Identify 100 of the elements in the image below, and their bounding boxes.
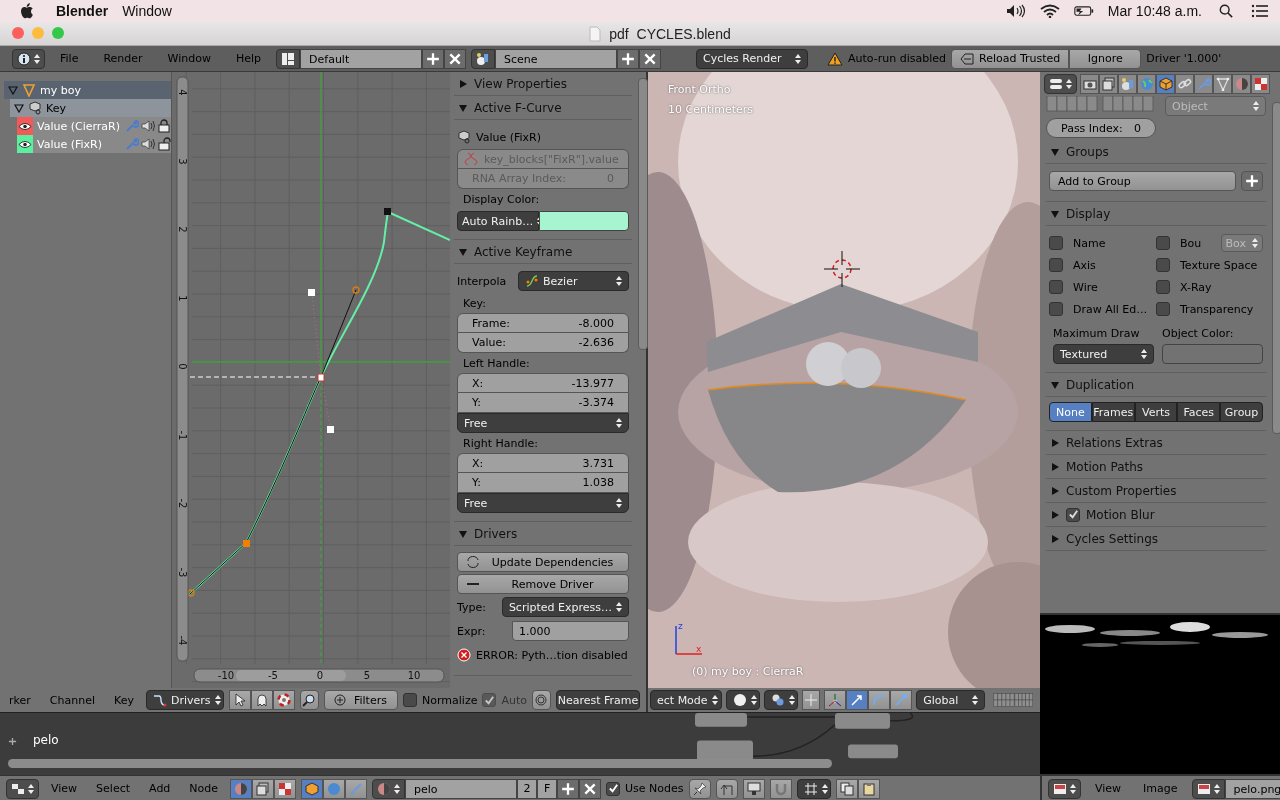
add-button[interactable]	[617, 48, 640, 69]
node-box[interactable]	[695, 713, 747, 727]
menu-item[interactable]: Channel	[42, 693, 102, 707]
checkbox[interactable]	[1156, 258, 1170, 272]
shader-source-button[interactable]	[345, 778, 368, 799]
menu-item[interactable]: View	[1087, 782, 1130, 795]
select-tool-button[interactable]	[228, 690, 251, 710]
pass-index-field[interactable]: Pass Index: 0	[1046, 118, 1156, 138]
header-button[interactable]: Ignore	[1069, 48, 1142, 69]
keyframe-point[interactable]	[317, 373, 325, 382]
delete-button[interactable]	[639, 48, 662, 69]
segment-button[interactable]: Verts	[1134, 402, 1178, 422]
checkbox[interactable]	[606, 781, 621, 796]
checkbox[interactable]	[1066, 507, 1080, 522]
menu-item[interactable]: Select	[89, 782, 138, 795]
editor-type-button[interactable]	[12, 48, 45, 69]
manipulator-toggle[interactable]	[802, 690, 821, 710]
expand-triangle-icon[interactable]	[14, 103, 24, 113]
add-button[interactable]	[1241, 171, 1263, 191]
scrollbar-thumb[interactable]	[638, 78, 648, 350]
scrollbar[interactable]	[8, 759, 832, 768]
checkbox[interactable]	[1156, 280, 1170, 294]
checkbox[interactable]	[403, 693, 418, 707]
eye-icon[interactable]	[18, 139, 32, 149]
add-button[interactable]	[422, 48, 445, 69]
editor-type-button[interactable]	[6, 778, 39, 799]
scene-name-field[interactable]: Scene	[495, 48, 618, 69]
properties-tab[interactable]	[1099, 74, 1118, 94]
snap-dropdown[interactable]: Nearest Frame	[556, 690, 640, 710]
plus-icon[interactable]	[8, 737, 17, 746]
shader-type-button[interactable]	[274, 778, 297, 799]
material-name-field[interactable]: pelo	[405, 778, 518, 799]
manipulator-toggle[interactable]	[890, 690, 913, 710]
number-field[interactable]: X: -13.977	[457, 373, 629, 393]
wifi-icon[interactable]	[1039, 4, 1060, 18]
segment-button[interactable]: Frames	[1091, 402, 1135, 422]
manipulator-toggle[interactable]	[868, 690, 891, 710]
segment-button[interactable]: Group	[1220, 402, 1263, 422]
header-button[interactable]: Reload Trusted	[951, 48, 1070, 69]
properties-tab[interactable]	[1213, 74, 1232, 94]
driver-button[interactable]: Remove Driver	[457, 574, 629, 594]
handle-type-dropdown[interactable]: Free	[457, 493, 629, 513]
menu-item[interactable]: View	[44, 782, 85, 795]
vertical-scrollbar[interactable]	[176, 76, 189, 662]
properties-tab[interactable]	[1194, 74, 1213, 94]
properties-tab[interactable]	[1156, 74, 1175, 94]
properties-tab[interactable]	[1137, 74, 1156, 94]
mode-dropdown[interactable]: ect Mode	[650, 690, 722, 710]
checkbox[interactable]	[1049, 258, 1063, 272]
add-button[interactable]	[557, 778, 580, 799]
color-mode-dropdown[interactable]: Auto Rainb…	[457, 211, 539, 231]
segment-button[interactable]: Faces	[1177, 402, 1221, 422]
scrollbar-thumb[interactable]	[1272, 102, 1280, 434]
number-field[interactable]: X: 3.731	[457, 453, 629, 473]
paste-button[interactable]	[857, 778, 880, 799]
handle-point[interactable]	[352, 286, 360, 294]
menu-item[interactable]: Key	[106, 693, 141, 707]
menu-item[interactable]: Node	[182, 782, 226, 795]
properties-tab[interactable]	[1080, 74, 1099, 94]
pivot-dropdown[interactable]	[764, 690, 798, 710]
checkbox[interactable]	[1049, 280, 1063, 294]
menu-item[interactable]: Image	[1135, 782, 1186, 795]
menu-item[interactable]: Window	[122, 3, 172, 19]
filters-button[interactable]: Filters	[323, 690, 399, 710]
ghost-button[interactable]	[250, 690, 273, 710]
apple-icon[interactable]	[20, 3, 34, 19]
interpolation-dropdown[interactable]: Bezier	[518, 271, 629, 291]
shader-type-button[interactable]	[230, 778, 253, 799]
lifebuoy-button[interactable]	[272, 690, 295, 710]
handle-point[interactable]	[308, 289, 315, 296]
app-menu[interactable]: Blender	[56, 3, 109, 19]
segment-button[interactable]: None	[1049, 402, 1092, 422]
user-count-field[interactable]: 2	[517, 778, 538, 799]
properties-tab[interactable]	[1118, 74, 1137, 94]
speaker-icon[interactable]	[141, 119, 155, 133]
lock-icon[interactable]	[157, 119, 171, 133]
manipulator-toggle[interactable]	[824, 690, 847, 710]
expression-field[interactable]: 1.000	[512, 621, 629, 641]
properties-tab[interactable]	[1232, 74, 1251, 94]
menu-item[interactable]: Add	[142, 782, 178, 795]
checkbox[interactable]	[1156, 302, 1170, 316]
unlocked-lock-icon[interactable]	[157, 137, 171, 151]
channel-row[interactable]: my boy	[4, 81, 171, 99]
pin-button[interactable]	[688, 778, 711, 799]
orientation-dropdown[interactable]: Global	[916, 690, 986, 710]
driver-type-dropdown[interactable]: Scripted Express…	[501, 597, 629, 617]
color-field[interactable]	[539, 211, 629, 231]
shader-source-button[interactable]	[301, 778, 324, 799]
add-to-group-button[interactable]: Add to Group	[1049, 171, 1236, 191]
handle-point[interactable]	[327, 426, 334, 433]
number-field[interactable]: Y: -3.374	[457, 393, 629, 413]
mode-dropdown[interactable]: Drivers	[145, 690, 224, 710]
list-icon[interactable]	[1250, 4, 1270, 18]
channel-row[interactable]: Value (CierraR)	[17, 117, 171, 135]
color-field[interactable]	[1162, 344, 1263, 364]
battery-icon[interactable]	[1073, 4, 1094, 18]
backdrop-button[interactable]	[742, 778, 765, 799]
channel-row[interactable]: Key	[10, 99, 171, 117]
layout-browse-button[interactable]	[276, 48, 301, 69]
shader-source-button[interactable]	[323, 778, 346, 799]
